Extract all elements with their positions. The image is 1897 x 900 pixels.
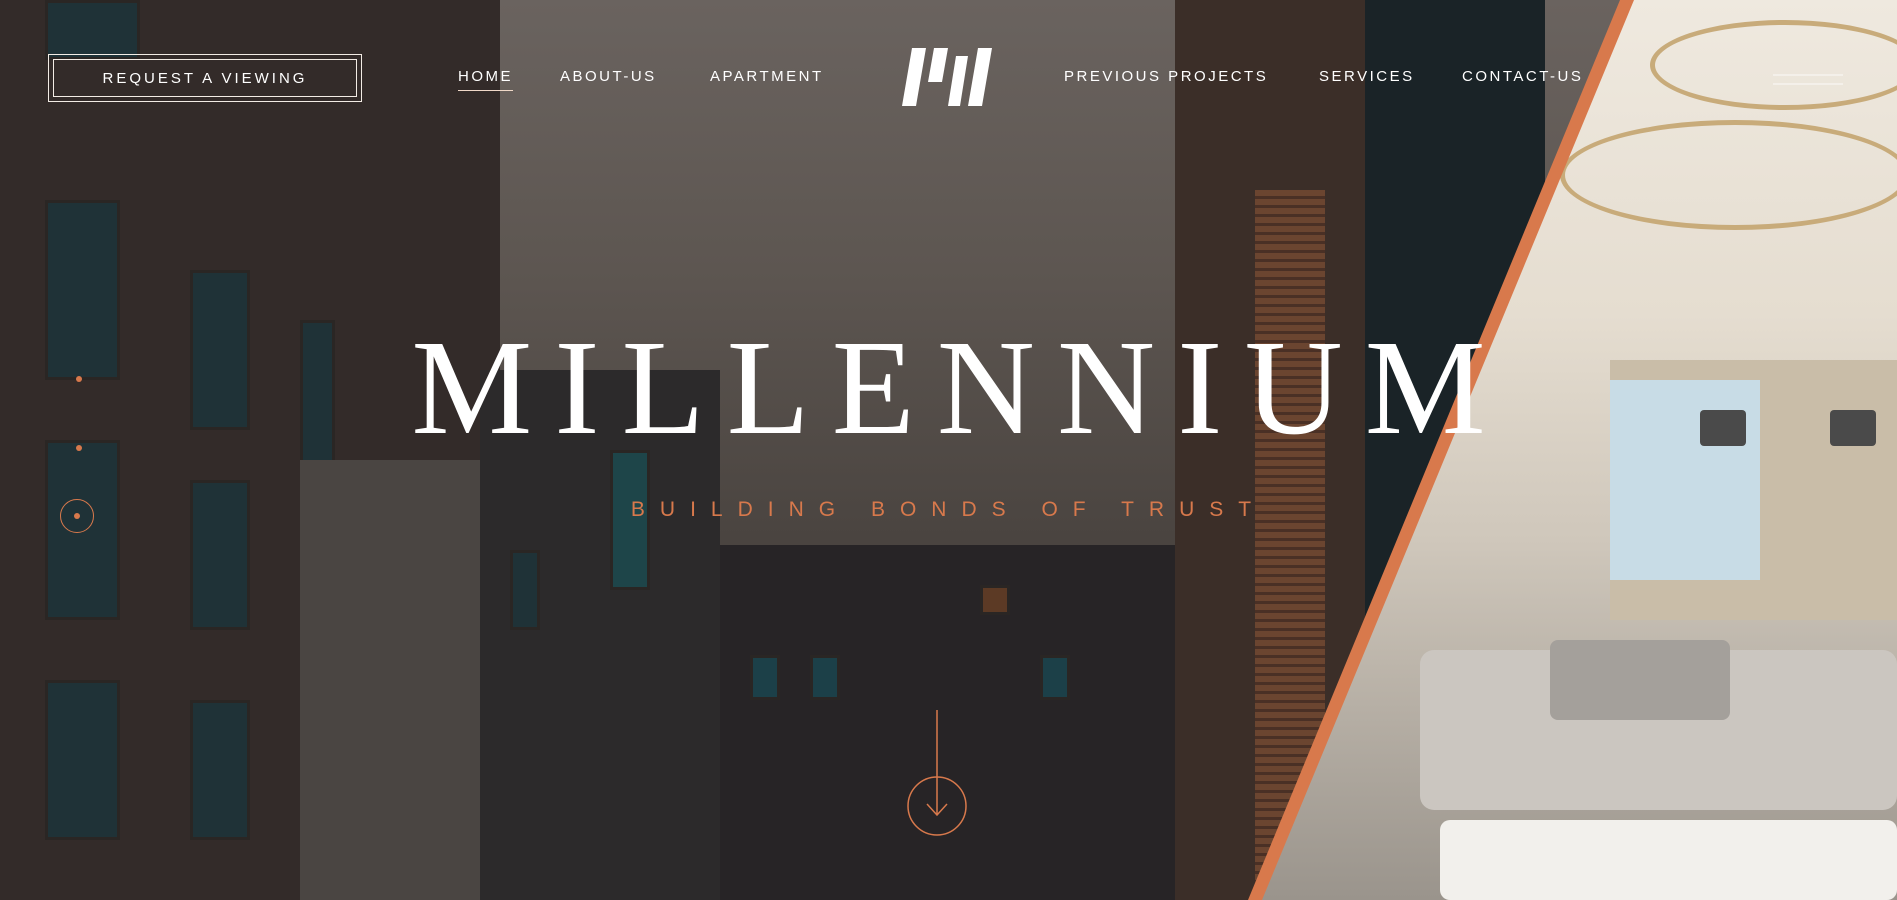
arrow-down-icon[interactable]: [905, 710, 969, 842]
request-viewing-label: REQUEST A VIEWING: [102, 69, 308, 87]
slide-dot-1[interactable]: [76, 376, 82, 382]
nav-apartment[interactable]: APARTMENT: [710, 68, 824, 85]
millennium-logo[interactable]: [902, 48, 994, 108]
nav-about-us[interactable]: ABOUT-US: [560, 68, 657, 85]
hamburger-icon[interactable]: [1773, 74, 1843, 86]
slide-dot-2[interactable]: [76, 445, 82, 451]
hero-title: MILLENNIUM: [411, 313, 1508, 463]
nav-contact-us[interactable]: CONTACT-US: [1462, 68, 1583, 85]
nav-home[interactable]: HOME: [458, 68, 513, 91]
nav-previous-projects[interactable]: PREVIOUS PROJECTS: [1064, 68, 1268, 85]
request-viewing-button[interactable]: REQUEST A VIEWING: [48, 54, 362, 102]
hero-tagline: BUILDING BONDS OF TRUST: [630, 498, 1267, 521]
nav-services[interactable]: SERVICES: [1319, 68, 1415, 85]
slide-dot-3-active[interactable]: [60, 499, 94, 533]
